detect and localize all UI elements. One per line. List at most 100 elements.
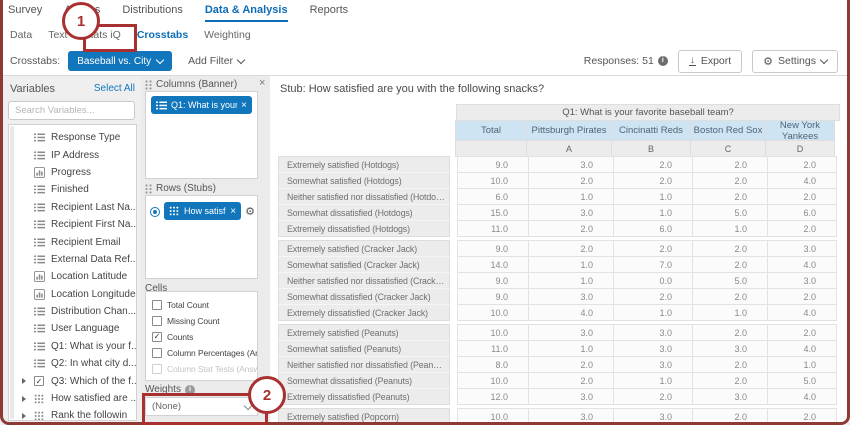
export-button[interactable]: ↓ Export (678, 50, 742, 73)
data-cell: 2.0 (528, 220, 614, 237)
variable-item-rank-the-followin[interactable]: Rank the followin (9, 407, 136, 421)
column-header-total: Total (455, 120, 527, 141)
top-tab-data-analysis[interactable]: Data & Analysis (205, 0, 288, 22)
top-tab-survey[interactable]: Survey (8, 0, 42, 22)
data-cell: 4.0 (528, 304, 614, 321)
variable-item-progress[interactable]: Progress (9, 164, 136, 181)
cells-option-column-stat-tests-answering[interactable]: Column Stat Tests (Answering) (146, 361, 257, 377)
close-icon[interactable]: × (230, 206, 236, 217)
data-cell: 8.0 (457, 356, 529, 373)
columns-chip[interactable]: Q1: What is your... × (151, 96, 252, 114)
table-group-hotdogs: Extremely satisfied (Hotdogs)9.03.02.02.… (278, 156, 840, 237)
expand-caret-icon[interactable] (22, 413, 30, 419)
search-variables-input[interactable] (8, 101, 135, 120)
data-cell: 2.0 (613, 172, 693, 189)
column-letter: A (526, 140, 612, 157)
checkbox-icon[interactable] (152, 300, 162, 310)
variables-panel: Variables Select All Response TypeIP Add… (0, 75, 141, 425)
data-cell: 3.0 (613, 408, 693, 425)
variable-item-how-satisfied-are[interactable]: How satisfied are ... (9, 390, 136, 407)
data-cell: 1.0 (692, 220, 768, 237)
variable-item-location-longitude[interactable]: Location Longitude (9, 286, 136, 303)
sub-tab-data[interactable]: Data (10, 29, 32, 41)
annotation-step-1-label: 1 (77, 13, 85, 30)
expand-caret-icon[interactable] (22, 396, 30, 402)
rows-chip[interactable]: How satisfied ... × (164, 202, 241, 220)
drag-handle-icon[interactable] (145, 80, 152, 90)
variable-item-location-latitude[interactable]: Location Latitude (9, 268, 136, 285)
stub-title: Stub: How satisfied are you with the fol… (280, 83, 544, 95)
checkbox-checked-icon[interactable]: ✓ (34, 376, 44, 386)
info-icon[interactable]: i (658, 56, 668, 66)
settings-button[interactable]: ⚙ Settings (752, 50, 838, 73)
crosstab-builder-panel: Columns (Banner) Q1: What is your... × R… (145, 75, 258, 425)
weights-dropdown[interactable]: (None) (145, 397, 258, 416)
data-cell: 2.0 (767, 288, 837, 305)
variable-item-q1-what-is-your-f[interactable]: Q1: What is your f... (9, 338, 136, 355)
data-cell: 4.0 (767, 172, 837, 189)
row-label: Extremely satisfied (Peanuts) (278, 324, 450, 341)
responses-count: Responses: 51 i (584, 55, 668, 67)
list-icon (34, 255, 47, 264)
variable-label: User Language (51, 323, 119, 334)
variable-item-distribution-chan[interactable]: Distribution Chan... (9, 303, 136, 320)
crosstab-selector-button[interactable]: Baseball vs. City (68, 51, 172, 71)
cells-option-column-percentages-answering[interactable]: Column Percentages (Answering) (146, 345, 257, 361)
checkbox-icon[interactable] (152, 348, 162, 358)
rows-dropzone[interactable]: How satisfied ... × ⚙ (145, 195, 258, 279)
table-group-cracker-jack: Extremely satisfied (Cracker Jack)9.02.0… (278, 240, 840, 321)
columns-banner-title: Columns (Banner) (156, 79, 237, 90)
data-cell: 3.0 (528, 288, 614, 305)
columns-dropzone[interactable]: Q1: What is your... × (145, 91, 258, 179)
data-cell: 14.0 (457, 256, 529, 273)
list-icon (34, 133, 47, 142)
info-icon[interactable]: i (185, 385, 195, 395)
variable-item-recipient-email[interactable]: Recipient Email (9, 233, 136, 250)
expand-caret-icon[interactable] (22, 378, 30, 384)
top-tab-distributions[interactable]: Distributions (122, 0, 183, 22)
variables-list: Response TypeIP AddressProgressFinishedR… (8, 124, 137, 421)
cells-option-counts[interactable]: ✓Counts (146, 329, 257, 345)
variable-item-finished[interactable]: Finished (9, 181, 136, 198)
matrix-icon (169, 206, 180, 216)
variable-label: Location Latitude (51, 271, 127, 282)
radio-selected-icon[interactable] (150, 207, 160, 217)
variable-item-q2-in-what-city-d[interactable]: Q2: In what city d... (9, 355, 136, 372)
variable-item-ip-address[interactable]: IP Address (9, 146, 136, 163)
table-groups: Extremely satisfied (Hotdogs)9.03.02.02.… (278, 156, 840, 425)
variable-label: Progress (51, 167, 91, 178)
cells-option-missing-count[interactable]: Missing Count (146, 313, 257, 329)
close-panel-icon[interactable]: × (259, 77, 265, 89)
gear-icon[interactable]: ⚙ (245, 205, 255, 218)
scrollbar-track[interactable] (10, 126, 14, 419)
data-cell: 1.0 (613, 204, 693, 221)
sub-tab-crosstabs[interactable]: Crosstabs (137, 29, 188, 41)
variable-item-recipient-last-na[interactable]: Recipient Last Na... (9, 199, 136, 216)
checkbox-icon[interactable] (152, 364, 162, 374)
variable-item-recipient-first-na[interactable]: Recipient First Na... (9, 216, 136, 233)
table-row: Neither satisfied nor dissatisfied (Hotd… (278, 188, 840, 205)
variable-item-external-data-ref[interactable]: External Data Ref... (9, 251, 136, 268)
checkbox-checked-icon[interactable]: ✓ (152, 332, 162, 342)
variable-item-user-language[interactable]: User Language (9, 320, 136, 337)
cells-option-total-count[interactable]: Total Count (146, 297, 257, 313)
data-cell: 2.0 (528, 240, 614, 257)
list-icon (34, 185, 47, 194)
sub-tab-weighting[interactable]: Weighting (204, 29, 251, 41)
add-filter-button[interactable]: Add Filter (188, 55, 244, 67)
row-label: Neither satisfied nor dissatisfied (Hotd… (278, 188, 450, 205)
variable-item-q3-which-of-the-f[interactable]: ✓Q3: Which of the f... (9, 372, 136, 389)
select-all-link[interactable]: Select All (94, 83, 135, 94)
close-icon[interactable]: × (241, 100, 247, 111)
row-label: Neither satisfied nor dissatisfied (Pean… (278, 356, 450, 373)
table-row: Extremely satisfied (Hotdogs)9.03.02.02.… (278, 156, 840, 173)
top-tab-reports[interactable]: Reports (310, 0, 349, 22)
row-label: Extremely satisfied (Hotdogs) (278, 156, 450, 173)
data-cell: 3.0 (613, 356, 693, 373)
table-header: Q1: What is your favorite baseball team?… (278, 104, 840, 157)
variable-item-response-type[interactable]: Response Type (9, 129, 136, 146)
checkbox-icon[interactable] (152, 316, 162, 326)
bar-icon (34, 167, 47, 178)
drag-handle-icon[interactable] (145, 184, 152, 194)
column-header-boston-red-sox: Boston Red Sox (690, 120, 766, 141)
